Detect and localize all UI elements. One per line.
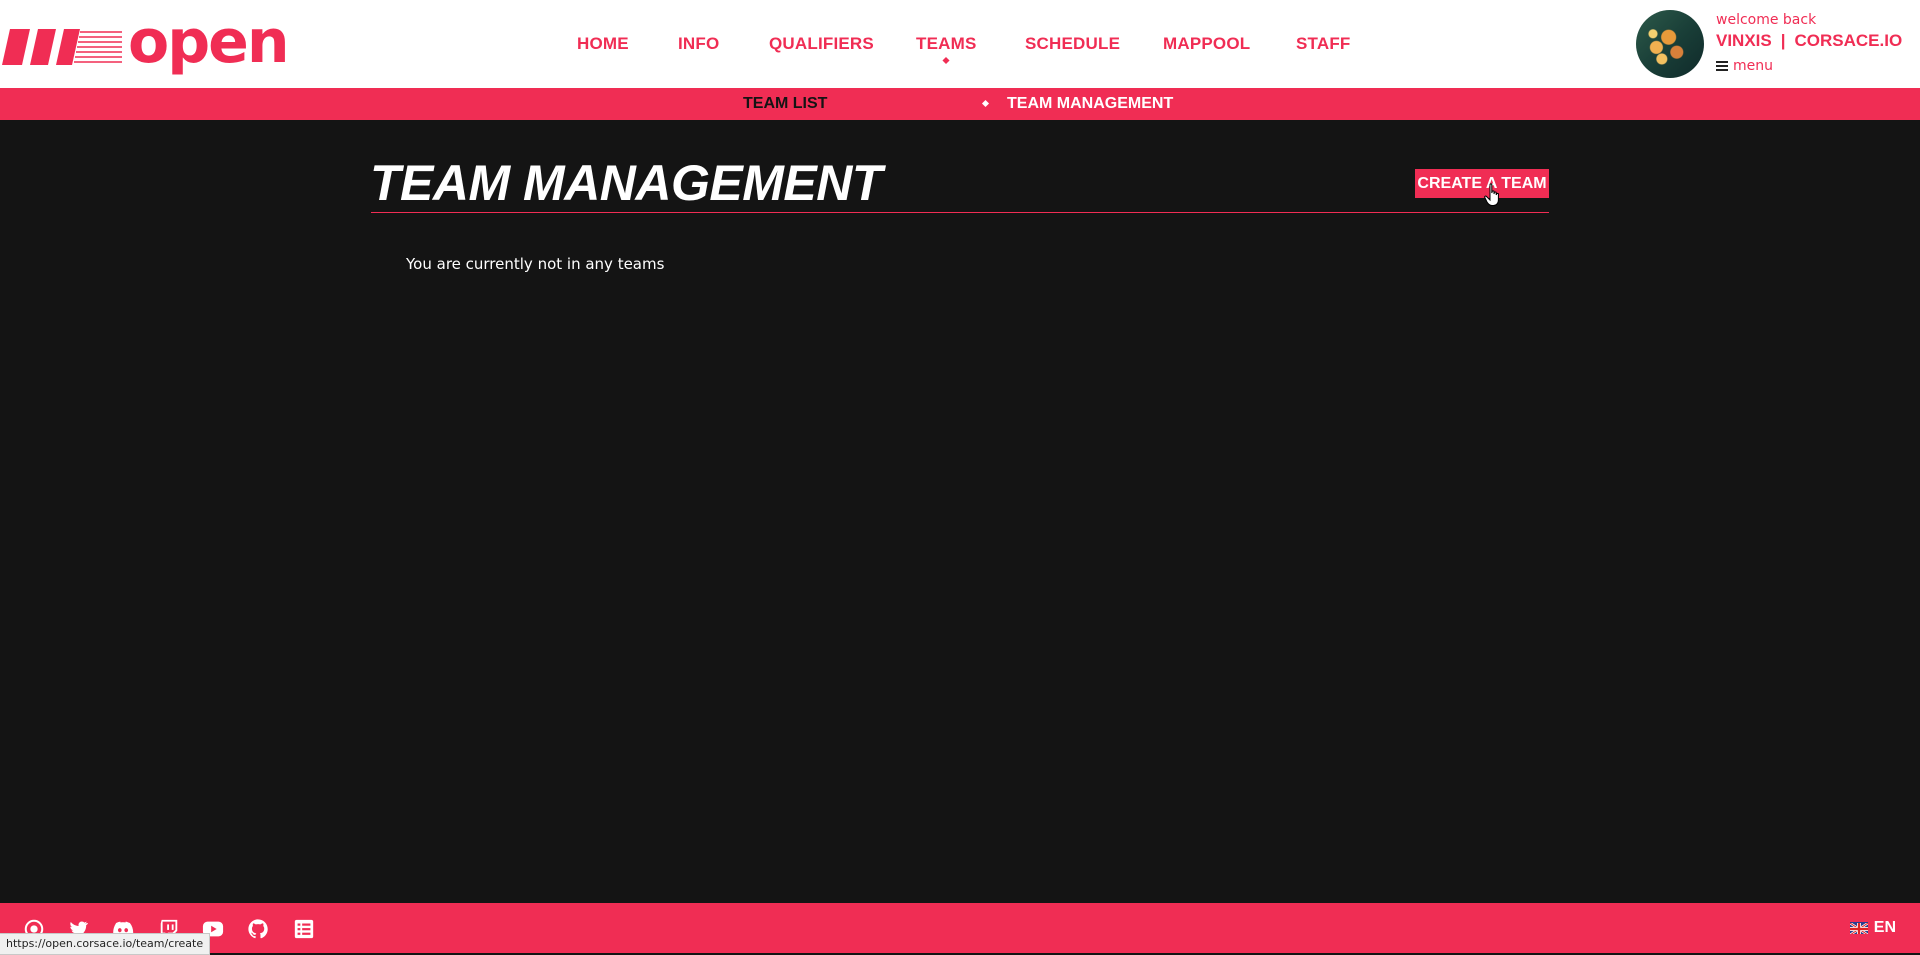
nav-home[interactable]: HOME xyxy=(577,34,629,54)
menu-label: menu xyxy=(1733,58,1773,74)
subnav-team-list[interactable]: TEAM LIST xyxy=(743,95,827,113)
org-name[interactable]: CORSACE.IO xyxy=(1795,31,1903,50)
header: open HOME INFO QUALIFIERS TEAMS SCHEDULE… xyxy=(0,0,1920,88)
uk-flag-icon xyxy=(1849,922,1868,934)
create-team-button[interactable]: CREATE A TEAM xyxy=(1415,169,1549,198)
username[interactable]: VINXIS xyxy=(1716,31,1772,50)
page-title: TEAM MANAGEMENT xyxy=(370,155,882,211)
nav-teams-label: TEAMS xyxy=(916,34,977,53)
empty-teams-message: You are currently not in any teams xyxy=(406,255,665,273)
nav-staff[interactable]: STAFF xyxy=(1296,34,1351,54)
nav-mappool[interactable]: MAPPOOL xyxy=(1163,34,1250,54)
footer: EN xyxy=(0,903,1920,953)
github-icon[interactable] xyxy=(246,918,270,940)
nav-schedule[interactable]: SCHEDULE xyxy=(1025,34,1120,54)
subnav-team-management[interactable]: TEAM MANAGEMENT xyxy=(1007,95,1173,113)
hamburger-icon xyxy=(1716,61,1728,71)
language-code: EN xyxy=(1873,919,1896,936)
active-indicator-icon xyxy=(942,56,950,65)
status-bar-url: https://open.corsace.io/team/create xyxy=(0,933,211,955)
user-names: VINXIS | CORSACE.IO xyxy=(1716,31,1902,51)
nav-teams[interactable]: TEAMS xyxy=(916,34,977,65)
menu-toggle[interactable]: menu xyxy=(1716,58,1773,74)
title-divider xyxy=(371,212,1549,213)
user-area: welcome back VINXIS | CORSACE.IO menu xyxy=(1620,0,1920,88)
nav-qualifiers[interactable]: QUALIFIERS xyxy=(769,34,874,54)
sheets-icon[interactable] xyxy=(292,918,316,940)
subnav: TEAM LIST TEAM MANAGEMENT xyxy=(0,88,1920,120)
welcome-text: welcome back xyxy=(1716,12,1817,28)
nav-info[interactable]: INFO xyxy=(678,34,719,54)
avatar[interactable] xyxy=(1636,10,1704,78)
hand-cursor-icon xyxy=(1484,183,1499,206)
language-selector[interactable]: EN xyxy=(1849,919,1896,937)
user-separator: | xyxy=(1780,31,1786,50)
active-diamond-icon xyxy=(981,99,990,108)
